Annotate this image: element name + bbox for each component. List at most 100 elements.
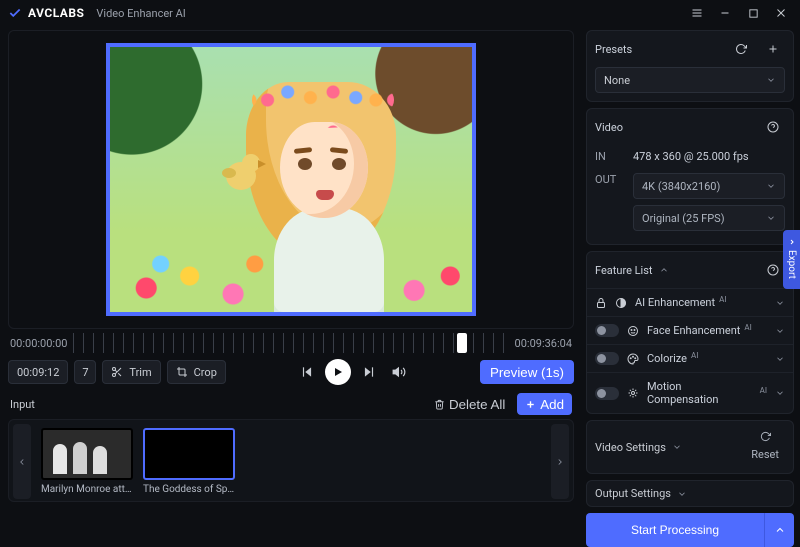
refresh-icon [760,431,771,442]
minimize-icon [719,7,731,19]
trim-button[interactable]: Trim [102,360,160,384]
timeline-playhead[interactable] [457,333,467,353]
video-settings-header[interactable]: Video Settings Reset [587,421,793,473]
start-processing-button[interactable]: Start Processing [586,513,764,547]
motion-icon [627,387,639,399]
presets-add-button[interactable] [761,37,785,61]
video-help-button[interactable] [761,115,785,139]
chevron-down-icon [672,442,682,452]
video-in-label: IN [595,150,625,163]
brand-name: AVCLABS [28,6,84,20]
chevron-down-icon [766,181,776,191]
preview-button[interactable]: Preview (1s) [480,360,574,384]
prev-frame-button[interactable] [295,360,319,384]
next-frame-button[interactable] [357,360,381,384]
chevron-down-icon [766,213,776,223]
chevron-down-icon[interactable] [775,298,785,308]
lock-icon [595,297,607,309]
video-preview-area[interactable] [8,30,574,329]
feature-list-title: Feature List [595,264,653,277]
output-settings-header[interactable]: Output Settings [587,481,793,506]
current-time-chip[interactable]: 00:09:12 [8,360,68,384]
delete-all-button[interactable]: Delete All [428,393,511,415]
export-tab[interactable]: Export [783,230,800,289]
contrast-icon [615,297,627,309]
chevron-up-icon [774,524,786,536]
chevron-down-icon[interactable] [775,326,785,336]
crop-icon [176,366,188,378]
timeline-start: 00:00:00:00 [10,337,67,350]
resolution-select[interactable]: 4K (3840x2160) [633,173,785,199]
presets-title: Presets [595,43,632,56]
reset-button[interactable]: Reset [751,448,779,461]
title-bar: AVCLABS Video Enhancer AI [0,0,800,26]
brand-mark-icon [8,6,22,20]
feature-label: Face Enhancement [647,324,740,337]
chevron-down-icon [766,75,776,85]
timeline-end: 00:09:36:04 [515,337,572,350]
scissors-icon [111,366,123,378]
clip-caption: The Goddess of Sprin... [143,484,235,495]
tray-next-button[interactable] [551,424,569,499]
window-minimize-button[interactable] [714,2,736,24]
play-button[interactable] [325,359,351,385]
video-in-value: 478 x 360 @ 25.000 fps [633,150,785,163]
help-icon [767,264,779,276]
chevron-right-icon [788,238,796,246]
video-panel: Video IN 478 x 360 @ 25.000 fps OUT 4K (… [586,108,794,245]
help-icon [767,121,779,133]
app-subtitle: Video Enhancer AI [96,7,185,20]
skip-back-icon [300,365,314,379]
hamburger-menu-button[interactable] [686,2,708,24]
clip-thumbnail[interactable] [41,428,133,480]
trash-icon [434,399,445,410]
palette-icon [627,353,639,365]
rate-chip[interactable]: 7 [74,360,96,384]
hamburger-icon [691,7,703,19]
chevron-down-icon[interactable] [775,388,785,398]
chevron-right-icon [555,457,565,467]
transport-controls: 00:09:12 7 Trim Crop Preview (1s) [8,357,574,389]
chevron-up-icon[interactable] [659,265,669,275]
feature-colorize: ColorizeAI [587,344,793,372]
feature-toggle[interactable] [595,324,619,337]
clip-tray: Marilyn Monroe atten... The Goddess of S… [8,419,574,502]
clip-item[interactable]: Marilyn Monroe atten... [41,428,133,495]
clip-item[interactable]: The Goddess of Sprin... [143,428,235,495]
presets-refresh-button[interactable] [729,37,753,61]
feature-list-panel: Feature List AI EnhancementAI Face Enhan… [586,251,794,414]
plus-icon [767,43,779,55]
crop-button[interactable]: Crop [167,360,226,384]
feature-label: AI Enhancement [635,296,715,309]
add-clip-button[interactable]: Add [517,393,572,415]
tray-prev-button[interactable] [13,424,31,499]
timeline-track[interactable] [73,333,508,353]
feature-toggle[interactable] [595,387,619,400]
play-icon [332,366,344,378]
volume-button[interactable] [387,360,411,384]
window-maximize-button[interactable] [742,2,764,24]
video-out-label: OUT [595,173,625,186]
face-icon [627,325,639,337]
chevron-left-icon [17,457,27,467]
presets-panel: Presets None [586,30,794,102]
fps-select[interactable]: Original (25 FPS) [633,205,785,231]
video-frame [106,43,476,316]
feature-face-enhancement: Face EnhancementAI [587,316,793,344]
chevron-down-icon[interactable] [775,354,785,364]
start-processing-expand[interactable] [764,513,794,547]
chevron-down-icon [677,489,687,499]
feature-toggle[interactable] [595,352,619,365]
feature-label: Colorize [647,352,687,365]
maximize-icon [748,8,759,19]
window-close-button[interactable] [770,2,792,24]
volume-icon [392,365,406,379]
start-processing-row: Start Processing [586,513,794,547]
feature-label: Motion Compensation [647,380,756,406]
clip-thumbnail[interactable] [143,428,235,480]
feature-help-button[interactable] [761,258,785,282]
feature-ai-enhancement: AI EnhancementAI [587,288,793,316]
output-settings-panel: Output Settings [586,480,794,507]
clip-caption: Marilyn Monroe atten... [41,484,133,495]
preset-select[interactable]: None [595,67,785,93]
